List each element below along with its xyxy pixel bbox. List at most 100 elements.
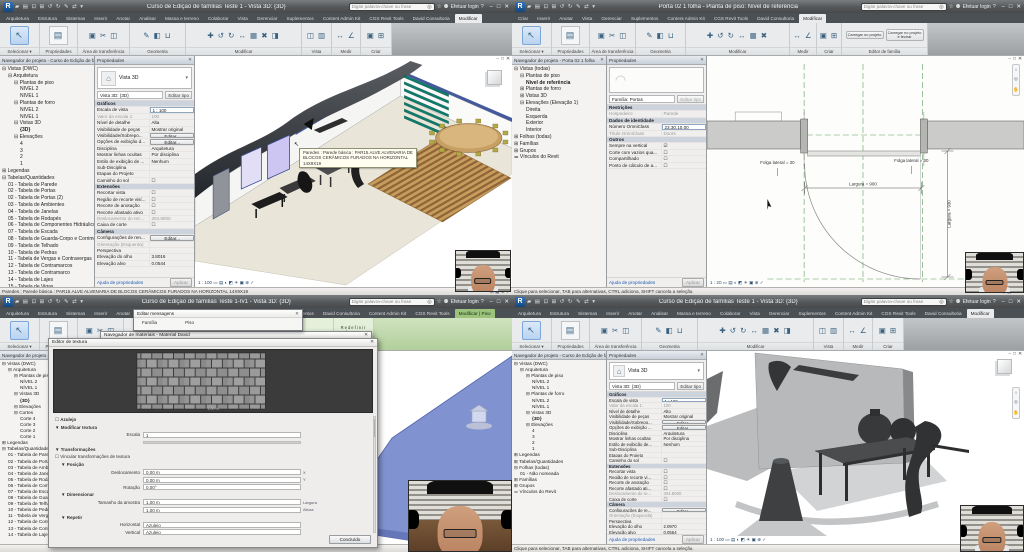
- tree-item[interactable]: 06 - Tabela de Componentes Hidráulicos: [0, 222, 94, 229]
- properties-help-link[interactable]: Ajuda de propriedades: [609, 280, 655, 285]
- tree-item[interactable]: NÍVEL 1: [0, 93, 94, 100]
- type-selector[interactable]: ⌂ Vista 3D ▾: [609, 362, 704, 380]
- tree-item[interactable]: ⊟ Elevações (Elevação 1): [512, 100, 606, 107]
- ribbon-tab[interactable]: Content Admin Kit: [319, 14, 365, 23]
- tree-item[interactable]: NÍVEL 2: [0, 86, 94, 93]
- restore-icon[interactable]: □: [501, 57, 504, 62]
- quick-access-toolbar[interactable]: ▰ ▤ ⊡ ⊞ ↺ ↻ ✎ ⇄ ▾: [15, 299, 84, 305]
- tree-item[interactable]: ⊟ Vistas (DWC): [0, 66, 94, 73]
- ribbon-tab[interactable]: Arquitetura: [2, 14, 33, 23]
- ribbon-panel[interactable]: ↔ ∠ Medir: [844, 318, 873, 350]
- tree-item[interactable]: {3D}: [0, 127, 94, 134]
- type-preview[interactable]: ◠: [609, 67, 704, 93]
- ribbon-tool-icons[interactable]: ✚ ↺ ↻ ↔ ▦ ✖ ◨: [207, 31, 279, 40]
- ribbon-tab[interactable]: Arquitetura: [2, 309, 33, 318]
- tree-item[interactable]: 12 - Tabela de Contramarcos: [0, 263, 94, 270]
- ribbon-tool-icons[interactable]: ▤: [48, 320, 69, 340]
- texture-editor-row[interactable]: Azulejo: [51, 416, 371, 424]
- ribbon-tab[interactable]: Vista: [578, 14, 596, 23]
- ribbon-tab[interactable]: Estrutura: [34, 14, 61, 23]
- apply-button[interactable]: Aplicar: [169, 278, 192, 287]
- ribbon-tab[interactable]: Sistemas: [62, 14, 89, 23]
- texture-editor-row[interactable]: ▼ Transformações: [51, 446, 371, 454]
- navigation-bar[interactable]: ⌂ ◎ ✋: [1012, 64, 1020, 96]
- ribbon-tab[interactable]: Modificar: [966, 309, 994, 318]
- tree-item[interactable]: ⊟ Elevações: [0, 134, 94, 141]
- close-icon[interactable]: ✕: [295, 311, 299, 317]
- ribbon-tab[interactable]: CGS Revit Tools: [710, 14, 752, 23]
- ribbon-tool-icons[interactable]: ↔ ∠: [793, 31, 812, 40]
- texture-editor-row[interactable]: Escala 1: [51, 431, 371, 439]
- close-button[interactable]: ✕: [1016, 4, 1021, 10]
- view-control-bar[interactable]: 1 : 20 ▭ ▤ ◐ ◩ ☀ ▣ ⊕ ✓: [709, 280, 765, 286]
- navigation-bar[interactable]: ⌂ ◎ ✋: [1012, 387, 1020, 419]
- tree-item[interactable]: Direita: [512, 107, 606, 114]
- ribbon-panel[interactable]: ↖ Selecionar ▾: [512, 23, 552, 55]
- scrollbar[interactable]: [373, 416, 376, 533]
- user-icon[interactable]: ⚉: [444, 4, 449, 10]
- ribbon-tab[interactable]: Inserir: [602, 309, 623, 318]
- tree-item[interactable]: 11 - Tabela de Vergas e Contravergas: [0, 256, 94, 263]
- property-row[interactable]: Elevação alvo 0.0544: [95, 260, 194, 268]
- close-button[interactable]: ✕: [504, 299, 509, 305]
- texture-editor-row[interactable]: ▼ Posição: [51, 461, 371, 469]
- tree-item[interactable]: Interior: [512, 127, 606, 134]
- wall-left[interactable]: [707, 120, 801, 150]
- ribbon-tab[interactable]: David Consultoria: [319, 309, 364, 318]
- tree-item[interactable]: 4: [0, 141, 94, 148]
- search-input[interactable]: Digite palavra-chave ou frase ◎: [860, 297, 947, 306]
- ribbon-tab[interactable]: Vista: [746, 309, 764, 318]
- ribbon-tab[interactable]: Massa e terreno: [673, 309, 715, 318]
- tree-item[interactable]: Exterior: [512, 120, 606, 127]
- tree-item[interactable]: ⊞ Plantas de forro: [512, 86, 606, 93]
- family-selector[interactable]: Família: Portas: [609, 94, 676, 103]
- sign-in-button[interactable]: Efetuar login: [451, 299, 479, 305]
- minimize-button[interactable]: –: [490, 299, 493, 305]
- tree-item[interactable]: 14 - Tabela de Lajes: [0, 277, 94, 284]
- ribbon-tab[interactable]: Gerenciar: [253, 14, 282, 23]
- app-menu-button[interactable]: R: [515, 296, 525, 307]
- maximize-button[interactable]: □: [1009, 299, 1012, 305]
- properties-help-link[interactable]: Ajuda de propriedades: [97, 280, 143, 285]
- ribbon-tab[interactable]: Suplementos: [627, 14, 662, 23]
- minimize-icon[interactable]: –: [1008, 352, 1011, 357]
- help-icon[interactable]: ?: [993, 4, 996, 10]
- ribbon-tool-icons[interactable]: ✎ ◧ ⊔: [646, 31, 674, 40]
- texture-editor-row[interactable]: Deslocamento 0,00 mX: [51, 469, 371, 477]
- search-icon[interactable]: ◎: [939, 299, 943, 305]
- tree-item[interactable]: ⊞ Grupos: [512, 148, 606, 155]
- ribbon-tab[interactable]: Arquitetura: [514, 309, 545, 318]
- ribbon-tool-icons[interactable]: ✎ ◧ ⊔: [655, 326, 683, 335]
- search-icon[interactable]: ◎: [427, 299, 431, 305]
- chevron-down-icon[interactable]: ▾: [185, 75, 188, 81]
- ribbon-tool-icons[interactable]: ✎ ◧ ⊔: [143, 31, 171, 40]
- apply-button[interactable]: Aplicar: [681, 278, 704, 287]
- ribbon-tool-icons[interactable]: ↖: [522, 320, 541, 340]
- minimize-button[interactable]: –: [490, 4, 493, 10]
- texture-editor-row[interactable]: 1,00 m Altura: [51, 506, 371, 514]
- app-menu-button[interactable]: R: [3, 1, 13, 12]
- tree-item[interactable]: 10 - Tabela de Pedras: [0, 250, 94, 257]
- ribbon-tab[interactable]: Gerenciar: [597, 14, 626, 23]
- tree-item[interactable]: ⊞ Famílias: [512, 141, 606, 148]
- close-icon[interactable]: ✕: [600, 57, 604, 63]
- ribbon-tool-icons[interactable]: ▣ ⊞: [820, 31, 838, 40]
- tree-item[interactable]: ⚌ Vínculos do Revit: [512, 154, 606, 161]
- tree-item[interactable]: 2: [0, 154, 94, 161]
- sign-in-button[interactable]: Efetuar login: [451, 4, 479, 10]
- close-icon[interactable]: ✕: [506, 57, 510, 62]
- ribbon-tool-icons[interactable]: ↔ ∠: [848, 326, 867, 335]
- app-menu-button[interactable]: R: [3, 296, 13, 307]
- ribbon-tool-icons[interactable]: ↖: [10, 320, 29, 340]
- selection-field[interactable]: Vista 3D: {3D}: [609, 381, 676, 390]
- chevron-down-icon[interactable]: ▾: [697, 368, 700, 374]
- minimize-button[interactable]: –: [1002, 299, 1005, 305]
- tree-item[interactable]: 04 - Tabela de Janelas: [0, 209, 94, 216]
- dimension-labels[interactable]: Folga lateral = 30 Folga lateral = 30 La…: [760, 158, 951, 228]
- properties-help-link[interactable]: Ajuda de propriedades: [609, 537, 655, 542]
- restore-icon[interactable]: □: [1013, 352, 1016, 357]
- search-input[interactable]: Digite palavra-chave ou frase ◎: [348, 2, 435, 11]
- ribbon-tab[interactable]: Suplementos: [794, 309, 829, 318]
- tree-item[interactable]: Esquerda: [512, 114, 606, 121]
- search-icon[interactable]: ◎: [939, 4, 943, 10]
